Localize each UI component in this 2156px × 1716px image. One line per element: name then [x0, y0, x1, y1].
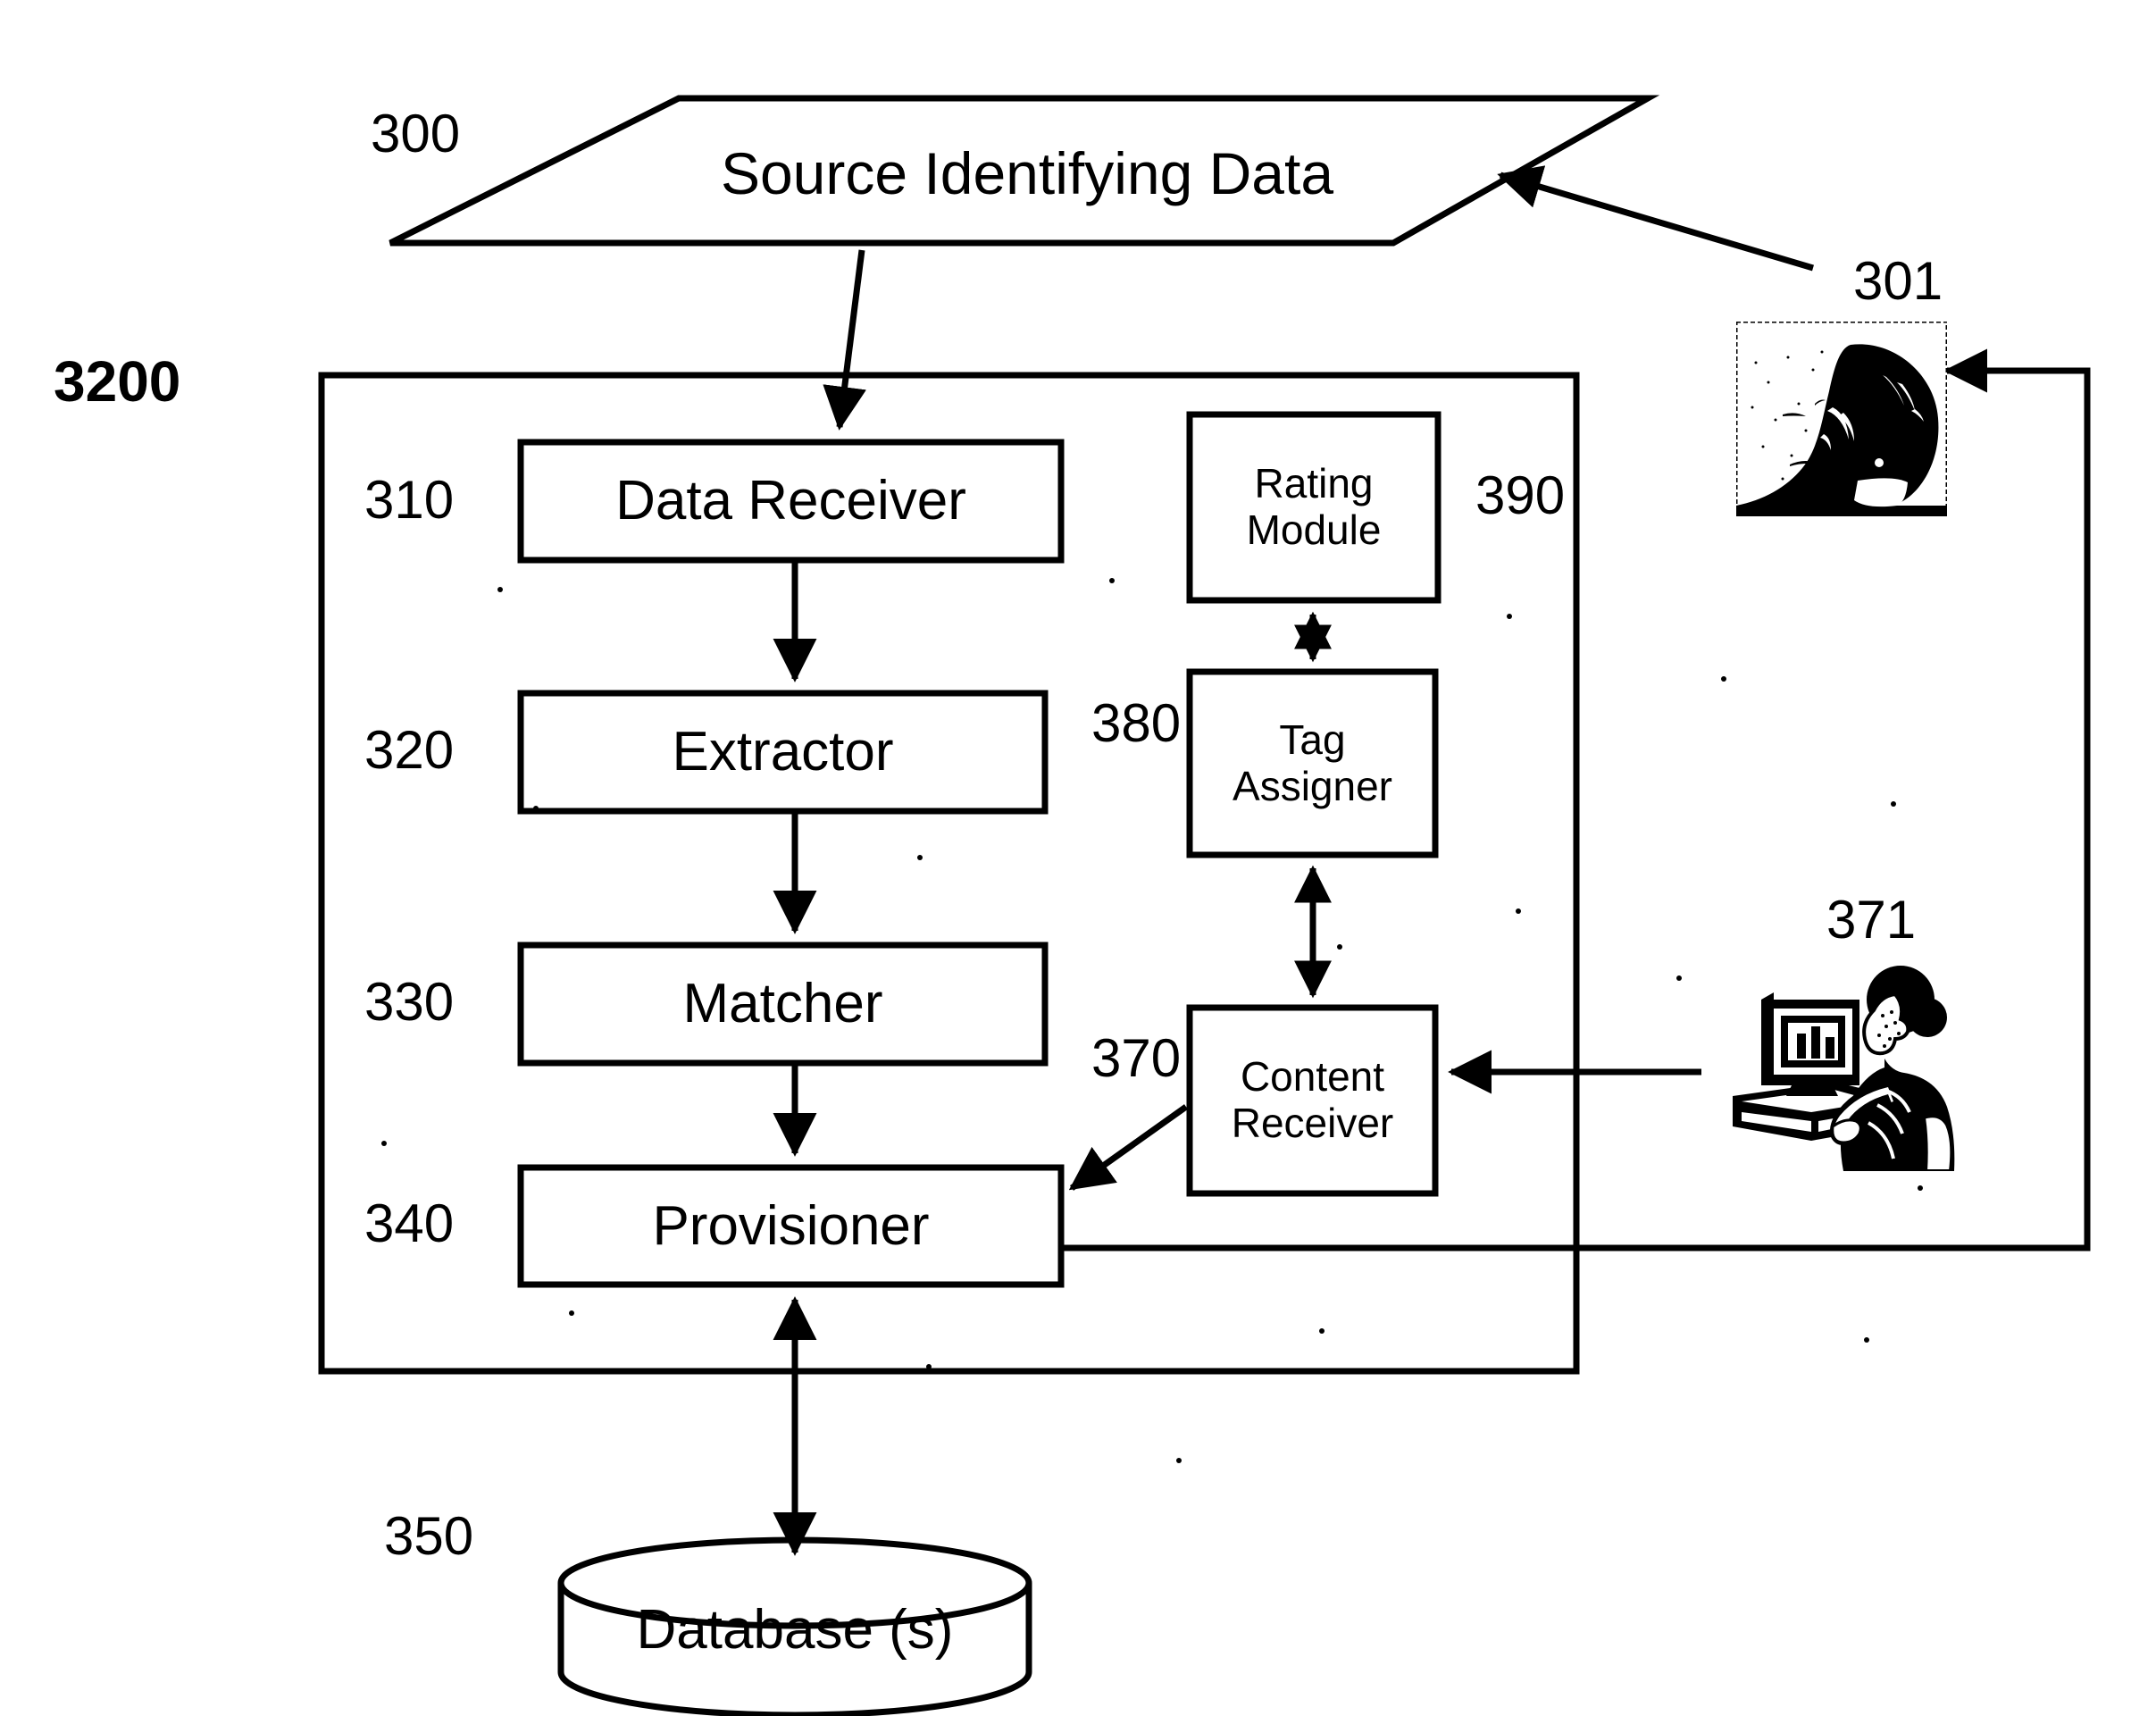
content-receiver-label-line2: Receiver: [1231, 1100, 1394, 1146]
reference-340: 340: [364, 1193, 455, 1253]
provisioner-label: Provisioner: [652, 1194, 930, 1257]
tag-assigner-label-line2: Assigner: [1233, 762, 1392, 809]
diagram-vector-layer: [318, 95, 2091, 1716]
rating-module-label-line1: Rating: [1254, 460, 1374, 507]
content-receiver-label-line1: Content: [1240, 1053, 1385, 1101]
rating-module-label: Rating Module: [1190, 414, 1438, 600]
content-receiver-label: Content Receiver: [1190, 1008, 1435, 1193]
reference-350: 350: [384, 1506, 474, 1566]
reference-380: 380: [1091, 693, 1182, 753]
tag-assigner-label: Tag Assigner: [1190, 672, 1435, 855]
arrow-person-photo-callout: [1497, 165, 1814, 272]
system-reference-3200: 3200: [54, 349, 181, 414]
rating-module-label-line2: Module: [1246, 506, 1382, 553]
reference-310: 310: [364, 470, 455, 530]
data-receiver-label: Data Receiver: [615, 470, 966, 532]
database-label: Database (s): [636, 1599, 954, 1662]
source-identifying-data-label: Source Identifying Data: [720, 140, 1334, 207]
person-photo: [1736, 322, 1947, 516]
reference-371: 371: [1826, 890, 1917, 950]
reference-301: 301: [1853, 251, 1943, 311]
user-at-computer-clipart: [1726, 960, 1960, 1171]
reference-320: 320: [364, 720, 455, 780]
reference-370: 370: [1091, 1028, 1182, 1088]
matcher-label: Matcher: [682, 973, 883, 1035]
reference-330: 330: [364, 972, 455, 1032]
reference-300: 300: [371, 104, 461, 163]
arrow-source-to-data-receiver: [823, 249, 866, 431]
reference-390: 390: [1475, 465, 1566, 525]
figure-canvas: 3200 300 310 320 330 340 350 390 380 370…: [0, 0, 2156, 1716]
arrow-content-receiver-to-provisioner: [1068, 1104, 1189, 1191]
tag-assigner-label-line1: Tag: [1279, 716, 1346, 763]
extractor-label: Extractor: [672, 721, 894, 783]
